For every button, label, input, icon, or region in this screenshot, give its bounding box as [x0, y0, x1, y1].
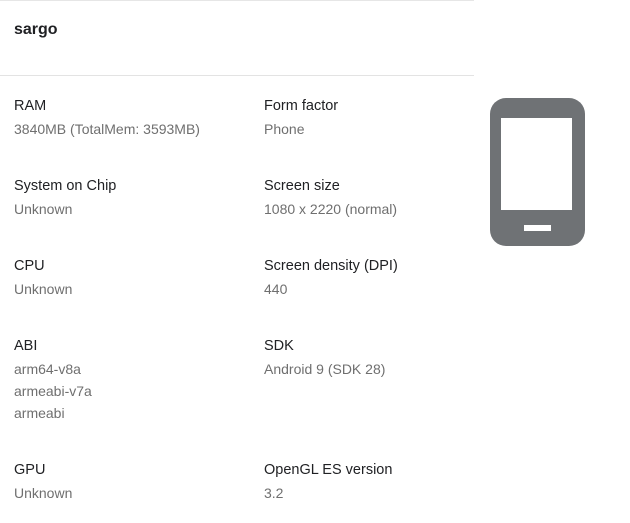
device-header: sargo	[0, 0, 474, 76]
spec-label: RAM	[14, 98, 47, 114]
spec-label: OpenGL ES version	[264, 462, 393, 478]
spec-value: 3840MB (TotalMem: 3593MB)	[14, 121, 200, 137]
phone-home-button	[524, 225, 551, 231]
spec-value: 3.2	[264, 485, 284, 501]
spec-label: GPU	[14, 462, 46, 478]
phone-screen	[501, 118, 572, 210]
spec-value: Unknown	[14, 281, 73, 297]
device-name-title: sargo	[14, 21, 58, 38]
spec-label: ABI	[14, 338, 38, 354]
spec-value: armeabi-v7a	[14, 383, 92, 399]
spec-value: Unknown	[14, 485, 73, 501]
spec-label: System on Chip	[14, 178, 117, 194]
spec-abi: ABI arm64-v8a armeabi-v7a armeabi	[14, 336, 254, 424]
spec-value: armeabi	[14, 405, 65, 421]
spec-value: Android 9 (SDK 28)	[264, 361, 386, 377]
spec-screen-density: Screen density (DPI) 440	[264, 256, 504, 300]
spec-gpu: GPU Unknown	[14, 460, 254, 504]
spec-system-on-chip: System on Chip Unknown	[14, 176, 254, 220]
spec-label: CPU	[14, 258, 45, 274]
spec-label: Screen size	[264, 178, 340, 194]
spec-cpu: CPU Unknown	[14, 256, 254, 300]
phone-icon	[490, 98, 585, 246]
spec-label: SDK	[264, 338, 294, 354]
spec-value: 440	[264, 281, 288, 297]
spec-label: Screen density (DPI)	[264, 258, 398, 274]
spec-value: Phone	[264, 121, 305, 137]
spec-form-factor: Form factor Phone	[264, 96, 504, 140]
spec-screen-size: Screen size 1080 x 2220 (normal)	[264, 176, 504, 220]
spec-label: Form factor	[264, 98, 339, 114]
spec-opengl-es-version: OpenGL ES version 3.2	[264, 460, 504, 504]
spec-ram: RAM 3840MB (TotalMem: 3593MB)	[14, 96, 254, 140]
device-details-panel: sargo RAM 3840MB (TotalMem: 3593MB) Syst…	[0, 0, 630, 523]
spec-value: Unknown	[14, 201, 73, 217]
spec-value: 1080 x 2220 (normal)	[264, 201, 398, 217]
spec-sdk: SDK Android 9 (SDK 28)	[264, 336, 504, 380]
spec-value: arm64-v8a	[14, 361, 81, 377]
